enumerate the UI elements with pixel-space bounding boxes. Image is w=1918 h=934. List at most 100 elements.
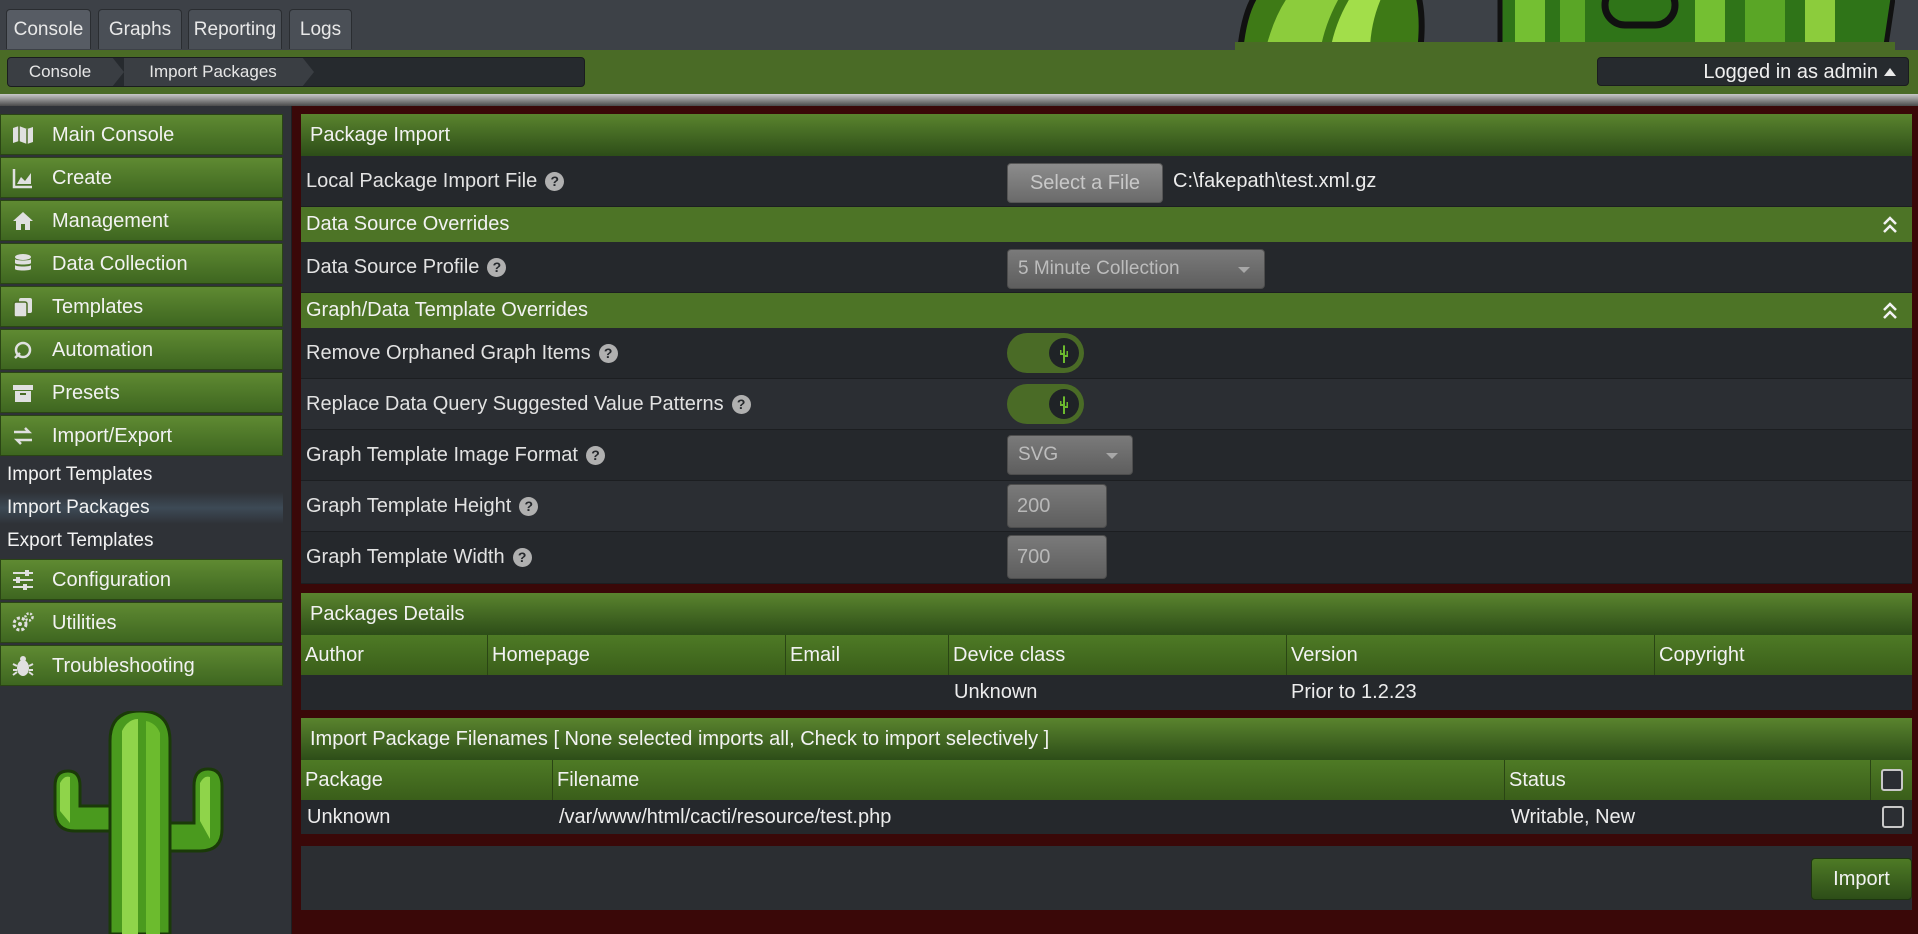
column-header-homepage[interactable]: Homepage [488, 635, 786, 675]
column-header-status[interactable]: Status [1505, 760, 1871, 800]
select-value: SVG [1018, 444, 1059, 465]
tab-console[interactable]: Console [6, 9, 91, 49]
double-chevron-up-icon[interactable] [1882, 215, 1898, 235]
field-label: Graph Template Image Format? [306, 430, 605, 480]
column-header-device-class[interactable]: Device class [949, 635, 1287, 675]
breadcrumb-separator-icon [302, 58, 314, 86]
cell-package: Unknown [307, 806, 391, 828]
table-row: Unknown Prior to 1.2.23 [301, 675, 1912, 710]
column-header-author[interactable]: Author [301, 635, 488, 675]
sidebar-item-import-export[interactable]: Import/Export [0, 415, 283, 456]
sidebar-item-data-collection[interactable]: Data Collection [0, 243, 283, 284]
panel-title: Package Import [301, 114, 1912, 156]
import-button[interactable]: Import [1811, 858, 1912, 900]
column-header-filename[interactable]: Filename [553, 760, 1505, 800]
breadcrumb-bar: Console Import Packages Logged in as adm… [0, 50, 1918, 94]
archive-icon [13, 385, 33, 402]
banner-cactus-image [1235, 0, 1895, 50]
header-separator [0, 94, 1918, 106]
replace-patterns-row: Replace Data Query Suggested Value Patte… [301, 379, 1912, 430]
field-label: Remove Orphaned Graph Items? [306, 328, 618, 378]
column-header-version[interactable]: Version [1287, 635, 1655, 675]
sidebar-item-utilities[interactable]: Utilities [0, 602, 283, 643]
sidebar-item-label: Troubleshooting [52, 655, 195, 677]
breadcrumb-separator-icon [112, 58, 124, 86]
sidebar-item-automation[interactable]: Automation [0, 329, 283, 370]
tab-graphs[interactable]: Graphs [98, 9, 182, 49]
sidebar-subitem-import-templates[interactable]: Import Templates [0, 459, 283, 491]
sidebar-item-presets[interactable]: Presets [0, 372, 283, 413]
replace-patterns-toggle[interactable] [1007, 384, 1084, 424]
cactus-logo [53, 711, 224, 934]
breadcrumb-import-packages[interactable]: Import Packages [124, 58, 302, 86]
sidebar-item-label: Import/Export [52, 425, 173, 447]
sidebar-item-label: Templates [52, 296, 144, 318]
section-title: Graph/Data Template Overrides [306, 299, 588, 321]
sidebar-item-label: Automation [52, 339, 154, 361]
field-label: Graph Template Width? [306, 532, 532, 582]
sidebar-item-management[interactable]: Management [0, 200, 283, 241]
help-icon[interactable]: ? [519, 497, 539, 516]
package-details-panel: Packages Details Author Homepage Email D… [301, 593, 1912, 710]
help-icon[interactable]: ? [487, 258, 507, 277]
column-header-select-all [1871, 760, 1912, 800]
tab-reporting[interactable]: Reporting [188, 9, 282, 49]
breadcrumb-console[interactable]: Console [8, 58, 112, 86]
help-icon[interactable]: ? [598, 344, 618, 363]
sidebar-subitem-import-packages[interactable]: Import Packages [0, 492, 283, 524]
sidebar-item-templates[interactable]: Templates [0, 286, 283, 327]
home-icon [13, 212, 33, 230]
data-source-overrides-header[interactable]: Data Source Overrides [301, 207, 1912, 242]
section-title: Data Source Overrides [306, 213, 510, 235]
cactus-icon [1060, 345, 1068, 363]
sidebar-item-create[interactable]: Create [0, 157, 283, 198]
selected-file-path: C:\fakepath\test.xml.gz [1173, 170, 1377, 192]
graph-height-input[interactable]: 200 [1007, 484, 1107, 528]
select-all-checkbox[interactable] [1881, 769, 1903, 791]
database-icon [15, 254, 31, 271]
cogs-icon [12, 612, 34, 632]
column-header-email[interactable]: Email [786, 635, 949, 675]
select-file-button[interactable]: Select a File [1007, 163, 1163, 203]
sidebar-item-label: Main Console [52, 124, 175, 146]
cactus-icon [1060, 396, 1068, 414]
panel-title: Import Package Filenames [ None selected… [301, 718, 1912, 760]
graph-template-overrides-header[interactable]: Graph/Data Template Overrides [301, 293, 1912, 328]
column-header-copyright[interactable]: Copyright [1655, 635, 1912, 675]
panel-title: Packages Details [301, 593, 1912, 635]
tab-logs[interactable]: Logs [289, 9, 352, 49]
action-bar: Import [301, 846, 1912, 910]
sidebar-item-label: Presets [52, 382, 120, 404]
sidebar-item-label: Utilities [52, 612, 117, 634]
double-chevron-up-icon[interactable] [1882, 301, 1898, 321]
graph-width-row: Graph Template Width? 700 [301, 532, 1912, 584]
graph-width-input[interactable]: 700 [1007, 535, 1107, 579]
table-row: Unknown /var/www/html/cacti/resource/tes… [301, 800, 1912, 834]
sidebar-item-main-console[interactable]: Main Console [0, 114, 283, 155]
user-menu[interactable]: Logged in as admin [1597, 57, 1909, 86]
exchange-icon [13, 427, 33, 445]
sidebar-subitem-export-templates[interactable]: Export Templates [0, 525, 283, 557]
toggle-knob [1049, 389, 1079, 419]
row-select-checkbox[interactable] [1882, 806, 1904, 828]
package-import-panel: Package Import Local Package Import File… [301, 114, 1912, 584]
sidebar-item-configuration[interactable]: Configuration [0, 559, 283, 600]
help-icon[interactable]: ? [545, 172, 565, 191]
toggle-knob [1049, 338, 1079, 368]
cell-status: Writable, New [1511, 806, 1636, 828]
help-icon[interactable]: ? [585, 446, 605, 465]
remove-orphaned-toggle[interactable] [1007, 333, 1084, 373]
user-label: Logged in as admin [1703, 61, 1878, 83]
remove-orphaned-row: Remove Orphaned Graph Items? [301, 328, 1912, 379]
data-source-profile-select[interactable]: 5 Minute Collection [1007, 249, 1265, 289]
copy-icon [13, 298, 32, 318]
help-icon[interactable]: ? [512, 548, 532, 567]
sliders-icon [13, 570, 33, 590]
local-file-row: Local Package Import File? Select a File… [301, 156, 1912, 207]
image-format-select[interactable]: SVG [1007, 435, 1133, 475]
column-header-package[interactable]: Package [301, 760, 553, 800]
help-icon[interactable]: ? [731, 395, 751, 414]
sidebar-item-troubleshooting[interactable]: Troubleshooting [0, 645, 283, 686]
table-header: Author Homepage Email Device class Versi… [301, 635, 1912, 675]
sidebar-item-label: Configuration [52, 569, 171, 591]
